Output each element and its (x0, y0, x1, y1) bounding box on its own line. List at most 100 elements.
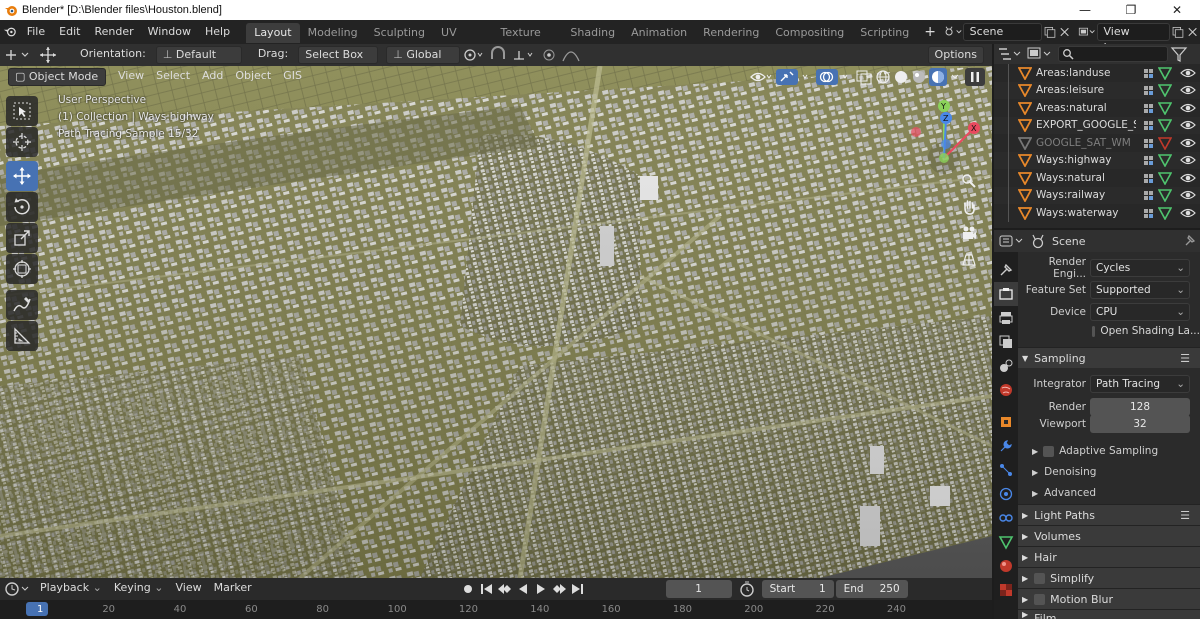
osl-checkbox[interactable] (1092, 325, 1096, 337)
adaptive-sampling-checkbox[interactable] (1043, 445, 1055, 457)
tab-material[interactable] (994, 554, 1018, 578)
tab-scripting[interactable]: Scripting (852, 23, 917, 43)
tab-view-layer[interactable] (994, 330, 1018, 354)
outliner-item[interactable]: GOOGLE_SAT_WM (994, 134, 1200, 152)
tab-particles[interactable] (994, 458, 1018, 482)
viewport-samples-field[interactable]: 32 (1090, 415, 1190, 433)
tab-output[interactable] (994, 306, 1018, 330)
transform-pivot-icon[interactable] (34, 45, 62, 65)
snap-icon[interactable] (486, 45, 510, 65)
snap-target-icon[interactable] (510, 45, 538, 65)
add-workspace-button[interactable]: + (917, 20, 943, 44)
scene-selector-icon[interactable] (943, 23, 963, 41)
outliner-editor-type-icon[interactable] (994, 44, 1024, 64)
tab-data[interactable] (994, 530, 1018, 554)
keying-menu[interactable]: Keying ⌄ (108, 580, 170, 598)
jump-end-icon[interactable] (568, 579, 586, 599)
orientation-dropdown[interactable]: ⊥ Default (155, 46, 242, 64)
tab-sculpting[interactable]: Sculpting (366, 23, 433, 43)
outliner-item[interactable]: Areas:leisure (994, 81, 1200, 99)
scale-tool[interactable] (6, 223, 38, 253)
measure-tool[interactable] (6, 321, 38, 351)
select-box-tool[interactable] (6, 96, 38, 126)
menu-help[interactable]: Help (198, 20, 237, 44)
tab-modeling[interactable]: Modeling (300, 23, 366, 43)
drag-dropdown[interactable]: Select Box (298, 46, 379, 64)
material-shading-icon[interactable] (910, 68, 928, 86)
volumes-panel-header[interactable]: ▶ Volumes (1018, 525, 1200, 546)
pin-icon[interactable] (1180, 230, 1200, 252)
filter-icon[interactable] (1168, 44, 1190, 64)
menu-render[interactable]: Render (87, 20, 140, 44)
menu-window[interactable]: Window (141, 20, 198, 44)
presets-list-icon[interactable]: ☰ (1180, 509, 1190, 522)
cursor-tool[interactable] (6, 127, 38, 157)
eye-visibility-icon[interactable] (1180, 188, 1196, 202)
motion-blur-panel-header[interactable]: ▶ Motion Blur (1018, 588, 1200, 609)
render-engine-dropdown[interactable]: Cycles ⌄ (1090, 259, 1190, 277)
delete-scene-icon[interactable] (1057, 23, 1072, 41)
denoising-subpanel[interactable]: ▶ Denoising (1018, 462, 1200, 482)
play-icon[interactable] (532, 579, 550, 599)
blender-menu-icon[interactable] (0, 20, 20, 44)
camera-view-icon[interactable] (958, 222, 980, 244)
current-frame-field[interactable]: 1 (665, 580, 732, 598)
outliner-item[interactable]: Ways:highway (994, 151, 1200, 169)
timeline-view-menu[interactable]: View (169, 580, 207, 598)
outliner-item[interactable]: Areas:landuse (994, 64, 1200, 82)
next-keyframe-icon[interactable] (550, 579, 568, 599)
eye-visibility-icon[interactable] (1180, 101, 1196, 115)
annotate-tool[interactable] (6, 290, 38, 320)
feature-set-dropdown[interactable]: Supported ⌄ (1090, 281, 1190, 299)
visibility-toggle-icon[interactable] (748, 68, 774, 86)
options-dropdown[interactable]: Options (927, 46, 984, 64)
xray-toggle-icon[interactable] (854, 68, 874, 86)
tab-tool[interactable] (994, 258, 1018, 282)
outliner-item[interactable]: Ways:natural (994, 169, 1200, 187)
outliner-search-input[interactable] (1058, 46, 1168, 62)
gizmo-toggle-icon[interactable] (774, 68, 814, 86)
end-frame-field[interactable]: End 250 (835, 580, 908, 598)
tab-scene[interactable] (994, 354, 1018, 378)
menu-select[interactable]: Select (150, 68, 196, 86)
pause-render-icon[interactable] (964, 68, 986, 86)
shading-options-icon[interactable] (948, 68, 964, 86)
tab-animation[interactable]: Animation (623, 23, 695, 43)
start-frame-field[interactable]: Start 1 (761, 580, 834, 598)
transform-tool[interactable] (6, 254, 38, 284)
jump-start-icon[interactable] (478, 579, 496, 599)
adaptive-sampling-subpanel[interactable]: ▶ Adaptive Sampling (1018, 441, 1200, 461)
close-button[interactable]: ✕ (1154, 0, 1200, 20)
eye-visibility-icon[interactable] (1180, 171, 1196, 185)
advanced-subpanel[interactable]: ▶ Advanced (1018, 483, 1200, 503)
tab-render[interactable] (994, 282, 1018, 306)
simplify-checkbox[interactable] (1034, 572, 1046, 584)
menu-file[interactable]: File (20, 20, 52, 44)
motion-blur-checkbox[interactable] (1034, 593, 1046, 605)
move-tool[interactable] (6, 161, 38, 191)
light-paths-panel-header[interactable]: ▶ Light Paths ☰ (1018, 504, 1200, 525)
eye-visibility-icon[interactable] (1180, 66, 1196, 80)
menu-edit[interactable]: Edit (52, 20, 87, 44)
record-keyframes-icon[interactable] (458, 579, 478, 599)
solid-shading-icon[interactable] (892, 68, 910, 86)
menu-gis[interactable]: GIS (277, 68, 308, 86)
editor-type-icon[interactable] (0, 45, 34, 65)
new-scene-icon[interactable] (1042, 23, 1057, 41)
prev-keyframe-icon[interactable] (496, 579, 514, 599)
playback-menu[interactable]: Playback ⌄ (34, 580, 108, 598)
maximize-button[interactable]: ❐ (1108, 0, 1154, 20)
hair-panel-header[interactable]: ▶ Hair (1018, 546, 1200, 567)
integrator-dropdown[interactable]: Path Tracing ⌄ (1090, 375, 1190, 393)
tab-compositing[interactable]: Compositing (767, 23, 852, 43)
outliner-item[interactable]: Ways:railway (994, 186, 1200, 204)
tab-texture[interactable] (994, 578, 1018, 602)
stopwatch-icon[interactable] (736, 579, 758, 599)
outliner-item[interactable]: Areas:natural (994, 99, 1200, 117)
presets-list-icon[interactable]: ☰ (1180, 352, 1190, 365)
menu-view[interactable]: View (112, 68, 150, 86)
3d-viewport[interactable]: User Perspective (1) Collection | Ways:h… (0, 66, 992, 578)
device-dropdown[interactable]: CPU ⌄ (1090, 303, 1190, 321)
simplify-panel-header[interactable]: ▶ Simplify (1018, 567, 1200, 588)
transform-orientation-dropdown[interactable]: ⊥ Global (386, 46, 461, 64)
